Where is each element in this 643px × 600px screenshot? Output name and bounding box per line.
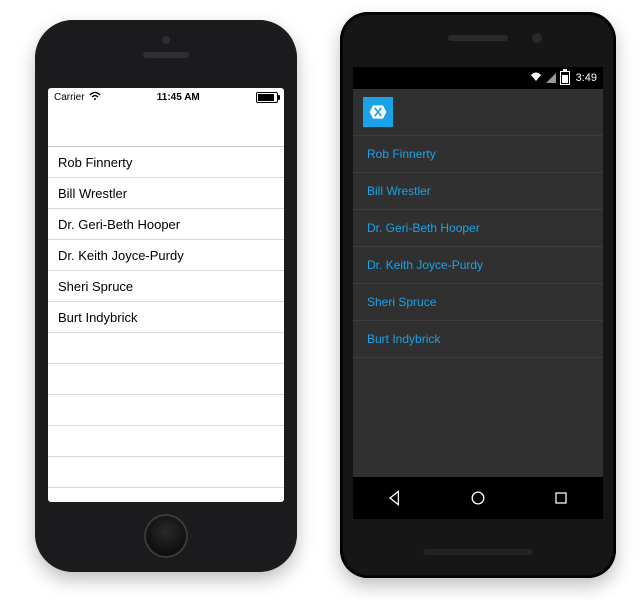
list-item[interactable]: Sheri Spruce — [353, 284, 603, 321]
signal-icon — [546, 73, 556, 83]
android-earpiece — [448, 35, 508, 41]
list-item-empty — [48, 364, 284, 395]
android-app-bar — [353, 89, 603, 136]
list-item[interactable]: Sheri Spruce — [48, 271, 284, 302]
list-item[interactable]: Bill Wrestler — [353, 173, 603, 210]
list-item-label: Sheri Spruce — [367, 295, 436, 309]
ios-status-bar: Carrier 11:45 AM — [48, 88, 284, 106]
iphone-screen: Carrier 11:45 AM Rob Finnerty Bill Wrest… — [48, 88, 284, 502]
list-item[interactable]: Dr. Keith Joyce-Purdy — [48, 240, 284, 271]
battery-icon — [560, 71, 570, 85]
iphone-home-button[interactable] — [144, 514, 188, 558]
list-item-label: Dr. Keith Joyce-Purdy — [367, 258, 483, 272]
list-item[interactable]: Bill Wrestler — [48, 178, 284, 209]
list-item-label: Bill Wrestler — [367, 184, 431, 198]
list-item-label: Bill Wrestler — [58, 186, 127, 201]
android-speaker-grille — [423, 549, 533, 555]
list-item-label: Dr. Keith Joyce-Purdy — [58, 248, 184, 263]
iphone-device-body: Carrier 11:45 AM Rob Finnerty Bill Wrest… — [37, 22, 295, 570]
list-item-label: Dr. Geri-Beth Hooper — [58, 217, 180, 232]
list-item-label: Rob Finnerty — [367, 147, 436, 161]
android-device-body: 3:49 Rob Finnerty Bill Wrestler Dr. Geri… — [343, 15, 613, 575]
battery-icon — [256, 92, 278, 103]
list-item-empty — [48, 395, 284, 426]
android-recents-button[interactable] — [551, 488, 571, 508]
list-item-empty — [48, 333, 284, 364]
wifi-icon — [530, 72, 542, 85]
wifi-icon — [89, 91, 101, 104]
android-front-camera — [532, 33, 542, 43]
list-item[interactable]: Dr. Keith Joyce-Purdy — [353, 247, 603, 284]
android-screen: 3:49 Rob Finnerty Bill Wrestler Dr. Geri… — [353, 67, 603, 519]
ios-carrier-label: Carrier — [54, 92, 85, 103]
android-status-icons — [530, 71, 570, 85]
list-item-label: Burt Indybrick — [367, 332, 440, 346]
list-item[interactable]: Burt Indybrick — [48, 302, 284, 333]
ios-status-time: 11:45 AM — [157, 92, 200, 103]
list-item[interactable]: Dr. Geri-Beth Hooper — [353, 210, 603, 247]
list-item-label: Sheri Spruce — [58, 279, 133, 294]
iphone-earpiece — [143, 52, 189, 58]
android-device-frame: 3:49 Rob Finnerty Bill Wrestler Dr. Geri… — [340, 12, 616, 578]
list-item-label: Burt Indybrick — [58, 310, 137, 325]
list-item-empty — [48, 457, 284, 488]
list-item[interactable]: Rob Finnerty — [48, 147, 284, 178]
xamarin-logo-icon — [363, 97, 393, 127]
list-item[interactable]: Burt Indybrick — [353, 321, 603, 358]
list-item-empty — [48, 426, 284, 457]
ios-navigation-bar — [48, 106, 284, 147]
android-status-bar: 3:49 — [353, 67, 603, 89]
android-back-button[interactable] — [385, 488, 405, 508]
list-item-label: Rob Finnerty — [58, 155, 132, 170]
ios-contact-list[interactable]: Rob Finnerty Bill Wrestler Dr. Geri-Beth… — [48, 147, 284, 502]
android-navigation-bar — [353, 477, 603, 519]
iphone-front-camera — [162, 36, 170, 44]
android-status-time: 3:49 — [576, 72, 597, 84]
iphone-device-frame: Carrier 11:45 AM Rob Finnerty Bill Wrest… — [35, 20, 297, 572]
android-home-button[interactable] — [468, 488, 488, 508]
android-contact-list[interactable]: Rob Finnerty Bill Wrestler Dr. Geri-Beth… — [353, 136, 603, 477]
list-item[interactable]: Dr. Geri-Beth Hooper — [48, 209, 284, 240]
list-item-label: Dr. Geri-Beth Hooper — [367, 221, 480, 235]
list-item[interactable]: Rob Finnerty — [353, 136, 603, 173]
